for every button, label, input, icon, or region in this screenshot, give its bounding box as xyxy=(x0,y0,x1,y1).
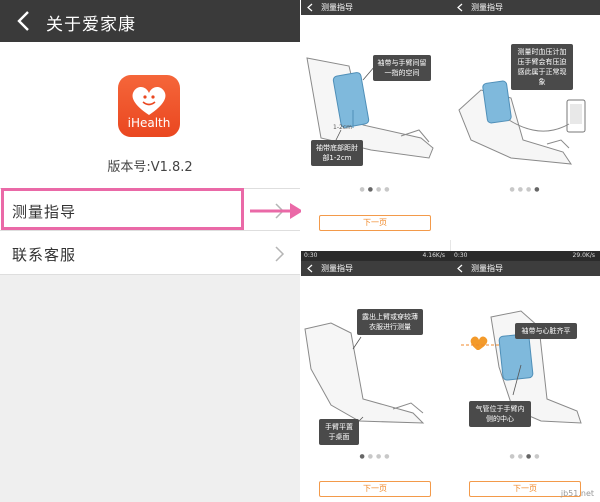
chevron-right-icon xyxy=(275,246,285,262)
guide-panel-3: 0:30 4.16K/s 测量指导 露出上臂或穿较薄衣服进行测量 手臂平置于桌面… xyxy=(301,251,451,502)
page-title: 关于爱家康 xyxy=(46,15,136,35)
heart-icon xyxy=(470,336,488,350)
status-time: 0:30 xyxy=(304,252,318,259)
back-arrow-icon[interactable] xyxy=(14,9,34,33)
status-time: 0:30 xyxy=(454,252,468,259)
page-indicator: ●●●● xyxy=(509,453,543,460)
next-page-button[interactable]: 下一页 xyxy=(319,481,431,497)
site-watermark: jb51.net xyxy=(560,489,594,498)
back-arrow-icon[interactable] xyxy=(307,3,313,12)
back-arrow-icon[interactable] xyxy=(307,264,313,273)
menu-item-label: 联系客服 xyxy=(12,246,77,264)
pointer-arrow-icon xyxy=(250,203,303,219)
guide-nav-bar: 测量指导 xyxy=(451,261,600,276)
status-network-speed: 29.0K/s xyxy=(572,252,595,259)
callout-pressure-note: 测量时血压计加压手臂会有压迫感此属于正常现象 xyxy=(511,44,573,90)
guide-nav-bar: 测量指导 xyxy=(451,0,600,15)
callout-finger-gap: 袖带与手臂间留一指的空间 xyxy=(373,55,431,81)
distance-annotation: 1-2cm xyxy=(333,124,352,131)
guide-title: 测量指导 xyxy=(321,3,353,12)
guide-title: 测量指导 xyxy=(321,264,353,273)
highlight-box xyxy=(1,188,244,230)
guide-nav-bar: 测量指导 xyxy=(301,0,451,15)
callout-tube-position: 气管位于手臂内侧的中心 xyxy=(469,401,531,427)
callout-heart-level: 袖带与心脏齐平 xyxy=(515,323,577,339)
title-bar: 关于爱家康 xyxy=(0,0,300,42)
guide-panel-2: 测量指导 测量时血压计加压手臂会有压迫感此属于正常现象 ●●●● xyxy=(451,0,600,240)
callout-arm-flat: 手臂平置于桌面 xyxy=(319,419,359,445)
guide-panel-4: 0:30 29.0K/s 测量指导 袖带与心脏齐平 气管位于手臂内侧的中心 ●●… xyxy=(451,251,600,502)
guide-title: 测量指导 xyxy=(471,3,503,12)
menu-item-contact-support[interactable]: 联系客服 xyxy=(0,232,300,275)
logo-text: iHealth xyxy=(127,116,171,130)
ihealth-logo: iHealth xyxy=(118,75,180,137)
page-indicator: ●●●● xyxy=(509,186,543,193)
guide-nav-bar: 测量指导 xyxy=(301,261,451,276)
next-page-button[interactable]: 下一页 xyxy=(319,215,431,231)
callout-expose-arm: 露出上臂或穿较薄衣服进行测量 xyxy=(357,309,423,335)
guide-title: 测量指导 xyxy=(471,264,503,273)
status-bar: 0:30 29.0K/s xyxy=(451,251,600,261)
guide-panel-1: 测量指导 袖带与手臂间留一指的空间 袖带底部距肘部1-2cm 1-2cm ●●●… xyxy=(301,0,451,240)
version-number: 版本号:V1.8.2 xyxy=(107,160,193,175)
callout-cuff-position: 袖带底部距肘部1-2cm xyxy=(311,140,363,166)
page-indicator: ●●●● xyxy=(359,453,393,460)
back-arrow-icon[interactable] xyxy=(457,264,463,273)
back-arrow-icon[interactable] xyxy=(457,3,463,12)
page-indicator: ●●●● xyxy=(359,186,393,193)
about-screen: 关于爱家康 iHealth 版本号:V1.8.2 测量指导 联系客服 xyxy=(0,0,300,502)
status-network-speed: 4.16K/s xyxy=(422,252,445,259)
status-bar: 0:30 4.16K/s xyxy=(301,251,451,261)
